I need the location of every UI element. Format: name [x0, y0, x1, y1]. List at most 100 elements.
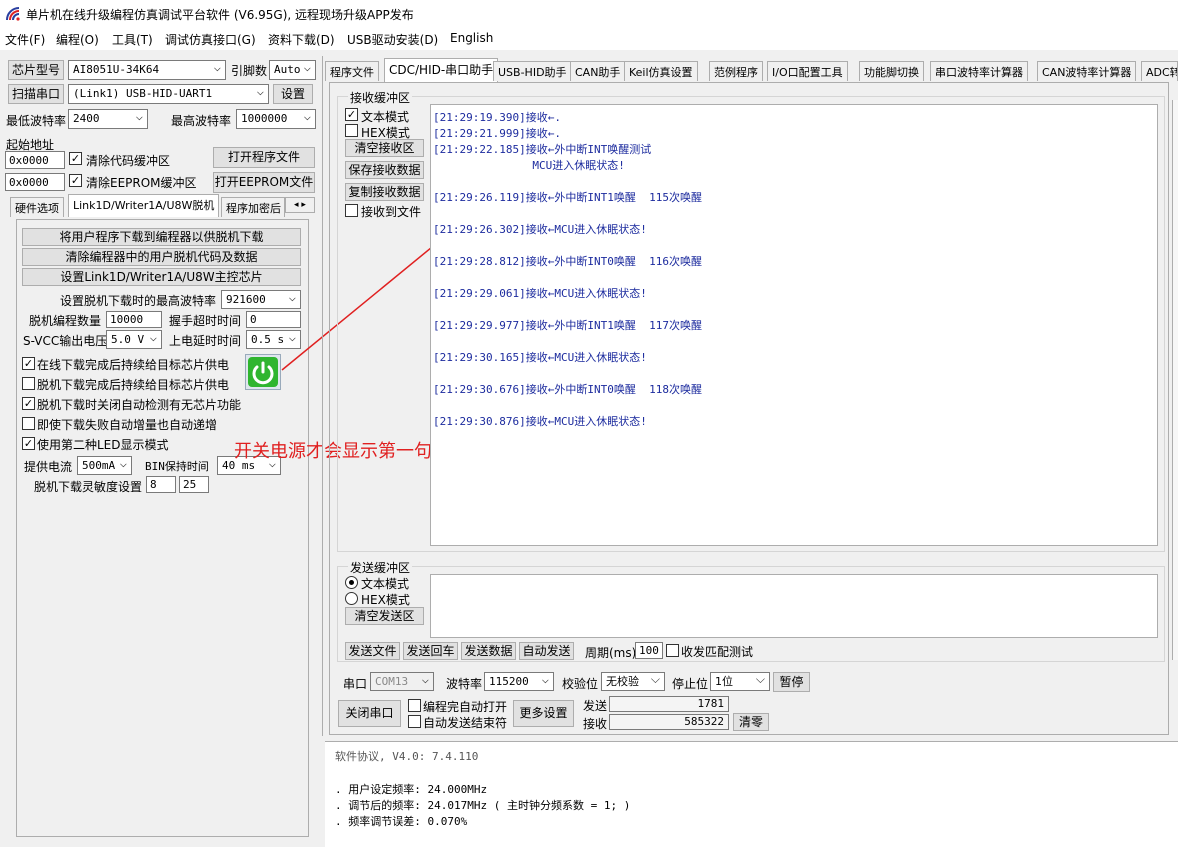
- auto-open-checkbox[interactable]: [408, 699, 421, 712]
- offline-count-label: 脱机编程数量: [29, 314, 102, 328]
- send-file-button[interactable]: 发送文件: [345, 642, 400, 660]
- sensitivity-label: 脱机下载灵敏度设置: [34, 480, 143, 494]
- auto-send-button[interactable]: 自动发送: [519, 642, 574, 660]
- clear-receive-button[interactable]: 清空接收区: [345, 139, 424, 157]
- port-select[interactable]: (Link1) USB-HID-UART1: [68, 84, 269, 104]
- copy-receive-button[interactable]: 复制接收数据: [345, 183, 424, 201]
- stop-bits-label: 停止位: [672, 677, 709, 691]
- handshake-timeout-input[interactable]: 0: [246, 311, 301, 328]
- more-settings-button[interactable]: 更多设置: [513, 700, 574, 727]
- parity-select[interactable]: 无校验: [601, 672, 665, 691]
- tab-keil[interactable]: Keil仿真设置: [624, 61, 698, 81]
- auto-stop-label: 自动发送结束符: [423, 716, 508, 730]
- power-icon: [248, 357, 278, 387]
- stop-bits-select[interactable]: 1位: [710, 672, 770, 691]
- pause-button[interactable]: 暂停: [773, 672, 810, 692]
- download-to-programmer-button[interactable]: 将用户程序下载到编程器以供脱机下载: [22, 228, 301, 246]
- tab-baud-calc[interactable]: 串口波特率计算器: [930, 61, 1028, 81]
- clear-code-checkbox[interactable]: ✓: [69, 152, 82, 165]
- auto-open-label: 编程完自动打开: [423, 700, 508, 714]
- tab-offline[interactable]: Link1D/Writer1A/U8W脱机: [68, 194, 220, 217]
- clear-offline-code-button[interactable]: 清除编程器中的用户脱机代码及数据: [22, 248, 301, 266]
- send-data-button[interactable]: 发送数据: [461, 642, 516, 660]
- tab-adc[interactable]: ADC转换: [1141, 61, 1178, 81]
- menu-program[interactable]: 编程(O): [56, 31, 99, 48]
- online-power-checkbox[interactable]: ✓: [22, 357, 35, 370]
- right-scrollbar[interactable]: [1172, 100, 1178, 660]
- tab-can[interactable]: CAN助手: [570, 61, 626, 81]
- led-mode-checkbox[interactable]: ✓: [22, 437, 35, 450]
- send-crlf-button[interactable]: 发送回车: [403, 642, 458, 660]
- set-master-chip-button[interactable]: 设置Link1D/Writer1A/U8W主控芯片: [22, 268, 301, 286]
- menu-english[interactable]: English: [450, 31, 493, 45]
- send-hex-mode-radio[interactable]: [345, 592, 358, 605]
- menu-usb-driver[interactable]: USB驱动安装(D): [347, 31, 438, 48]
- clear-eeprom-checkbox[interactable]: ✓: [69, 174, 82, 187]
- led-mode-label: 使用第二种LED显示模式: [37, 438, 169, 452]
- pins-select[interactable]: Auto: [269, 60, 316, 80]
- auto-stop-checkbox[interactable]: [408, 715, 421, 728]
- app-logo-icon: [6, 7, 20, 21]
- handshake-timeout-label: 握手超时时间: [169, 314, 242, 328]
- close-port-button[interactable]: 关闭串口: [338, 700, 401, 727]
- chip-select[interactable]: AI8051U-34K64: [68, 60, 226, 80]
- tab-examples[interactable]: 范例程序: [709, 61, 763, 81]
- disable-autodetect-checkbox[interactable]: ✓: [22, 397, 35, 410]
- power-toggle-button[interactable]: [245, 354, 281, 390]
- eeprom-address-input[interactable]: 0x0000: [5, 173, 65, 191]
- sensitivity-input-1[interactable]: 8: [146, 476, 176, 493]
- tab-pin-switch[interactable]: 功能脚切换: [859, 61, 924, 81]
- send-text-mode-radio[interactable]: [345, 576, 358, 589]
- online-power-label: 在线下载完成后持续给目标芯片供电: [37, 358, 230, 372]
- tab-usb-hid[interactable]: USB-HID助手: [493, 61, 572, 81]
- tab-scroll-arrows[interactable]: ◂ ▸: [285, 197, 315, 213]
- recv-line: [21:29:22.185]接收←外中断INT唤醒测试: [433, 143, 652, 156]
- menu-tools[interactable]: 工具(T): [112, 31, 153, 48]
- scan-port-button[interactable]: 扫描串口: [8, 84, 64, 104]
- recv-line: [21:29:21.999]接收←.: [433, 127, 561, 140]
- period-input[interactable]: 100: [635, 642, 663, 659]
- open-program-file-button[interactable]: 打开程序文件: [213, 147, 315, 168]
- chip-type-button[interactable]: 芯片型号: [8, 60, 64, 80]
- send-textarea[interactable]: [430, 574, 1158, 638]
- tab-can-baud-calc[interactable]: CAN波特率计算器: [1037, 61, 1137, 81]
- baud-rate-select[interactable]: 115200: [484, 672, 554, 691]
- min-baud-select[interactable]: 2400: [68, 109, 148, 129]
- receive-to-file-checkbox[interactable]: [345, 204, 358, 217]
- sensitivity-input-2[interactable]: 25: [179, 476, 209, 493]
- clear-count-button[interactable]: 清零: [733, 713, 769, 731]
- clear-send-button[interactable]: 清空发送区: [345, 607, 424, 625]
- match-test-checkbox[interactable]: [666, 644, 679, 657]
- offline-count-input[interactable]: 10000: [106, 311, 162, 328]
- tab-program-file[interactable]: 程序文件: [325, 61, 379, 81]
- save-receive-button[interactable]: 保存接收数据: [345, 161, 424, 179]
- sent-count-label: 发送: [583, 699, 608, 713]
- offline-power-checkbox[interactable]: [22, 377, 35, 390]
- log-line: . 调节后的频率: 24.017MHz ( 主时钟分频系数 = 1; ): [335, 799, 631, 812]
- receive-textarea[interactable]: [21:29:19.390]接收←. [21:29:21.999]接收←. [2…: [430, 104, 1158, 546]
- power-on-delay-select[interactable]: 0.5 s: [246, 330, 301, 349]
- baud-rate-label: 波特率: [446, 677, 483, 691]
- tab-encryption[interactable]: 程序加密后: [221, 197, 285, 217]
- supply-current-select[interactable]: 500mA: [77, 456, 132, 475]
- menu-debug-interface[interactable]: 调试仿真接口(G): [165, 31, 256, 48]
- offline-max-baud-select[interactable]: 921600: [221, 290, 301, 309]
- com-port-select[interactable]: COM13: [370, 672, 434, 691]
- recv-text-mode-checkbox[interactable]: ✓: [345, 108, 358, 121]
- tab-serial-assistant[interactable]: CDC/HID-串口助手: [384, 58, 499, 82]
- menu-file[interactable]: 文件(F): [5, 31, 45, 48]
- open-eeprom-file-button[interactable]: 打开EEPROM文件: [213, 172, 315, 193]
- power-on-delay-label: 上电延时时间: [169, 334, 242, 348]
- tab-io-config[interactable]: I/O口配置工具: [767, 61, 848, 81]
- recv-hex-mode-checkbox[interactable]: [345, 124, 358, 137]
- auto-increment-label: 即使下载失败自动增量也自动递增: [37, 418, 218, 432]
- clear-code-label: 清除代码缓冲区: [86, 154, 171, 168]
- code-address-input[interactable]: 0x0000: [5, 151, 65, 169]
- svcc-voltage-select[interactable]: 5.0 V: [106, 330, 162, 349]
- tab-hardware-options[interactable]: 硬件选项: [10, 197, 64, 217]
- menu-downloads[interactable]: 资料下载(D): [268, 31, 335, 48]
- max-baud-select[interactable]: 1000000: [236, 109, 316, 129]
- auto-increment-checkbox[interactable]: [22, 417, 35, 430]
- max-baud-label: 最高波特率: [171, 114, 232, 128]
- port-settings-button[interactable]: 设置: [273, 84, 313, 104]
